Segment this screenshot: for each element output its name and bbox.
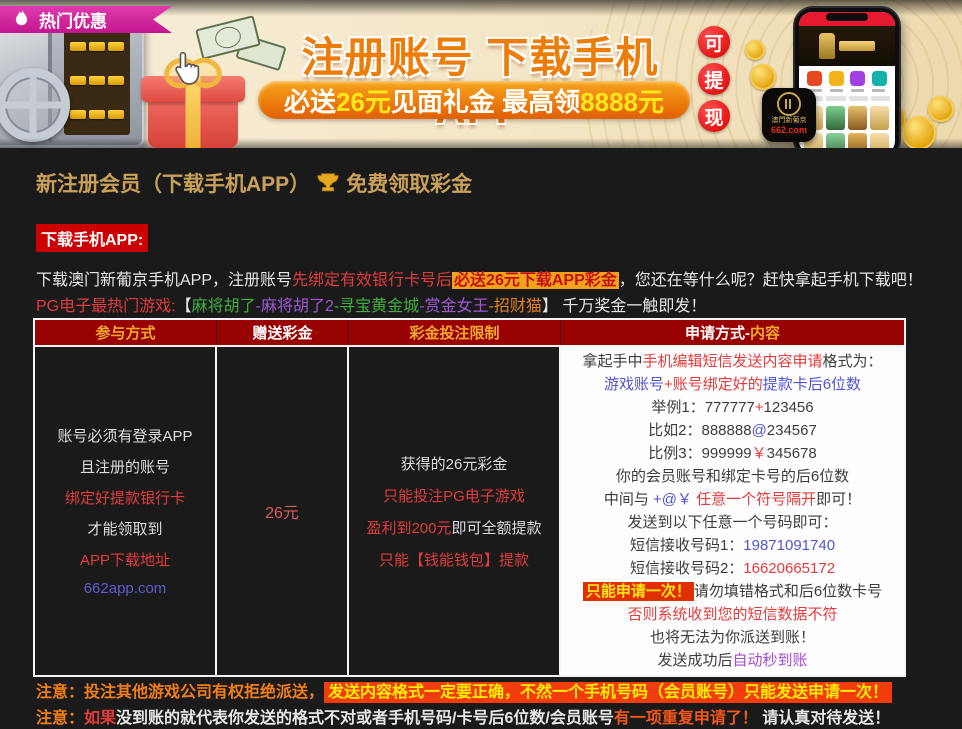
pill-amount: 26元 xyxy=(336,82,391,119)
page-title-part1: 新注册会员（下载手机APP） xyxy=(36,168,310,198)
intro-normal: 下载澳门新葡京手机APP，注册账号 xyxy=(36,272,292,289)
gold-coin xyxy=(745,40,765,60)
app-badge-emblem-icon xyxy=(777,92,801,116)
intro-normal: ，您还在等什么呢？赶快拿起手机下载吧！ xyxy=(619,272,923,289)
header-participation: 参与方式 xyxy=(35,320,217,345)
withdraw-char: 可 xyxy=(698,26,730,58)
ribbon-label: 热门优惠 xyxy=(39,7,107,32)
bracket: 【 xyxy=(176,298,192,315)
gold-coin xyxy=(750,64,776,90)
apply-line: 中间与 +@￥ 任意一个符号隔开即可！ xyxy=(604,488,861,511)
apply-line: 否则系统收到您的短信数据不符 xyxy=(627,603,837,626)
withdraw-char: 提 xyxy=(698,63,730,95)
gold-bars-shelf xyxy=(64,25,130,135)
participation-cell: 账号必须有登录APP 且注册的账号 绑定好提款银行卡 才能领取到 APP下载地址… xyxy=(35,347,217,675)
app-badge-name: 澳門新葡京 xyxy=(772,116,807,125)
app-badge: 澳門新葡京 662.com xyxy=(762,88,816,142)
participation-line: 绑定好提款银行卡 xyxy=(65,487,185,508)
hand-cursor-icon xyxy=(170,50,204,88)
apply-cell: 拿起手中手机编辑短信发送内容申请格式为： 游戏账号+账号绑定好的提款卡后6位数 … xyxy=(561,347,904,675)
intro-highlight: 必送26元下载APP彩金 xyxy=(452,272,619,289)
intro-text: 下载澳门新葡京手机APP，注册账号先绑定有效银行卡号后必送26元下载APP彩金，… xyxy=(36,266,923,290)
apply-line: 短信接收号码2：16620665172 xyxy=(630,557,835,580)
promo-table: 参与方式 赠送彩金 彩金投注限制 申请方式-内容 账号必须有登录APP 且注册的… xyxy=(33,318,906,677)
apply-once-badge: 只能申请一次！ xyxy=(583,582,694,601)
participation-line: 才能领取到 xyxy=(87,518,162,539)
bonus-pill: 必送26元见面礼金 最高领8888元 xyxy=(258,81,690,119)
pill-text: 见面礼金 最高领 xyxy=(391,82,580,119)
gold-coin xyxy=(928,96,954,122)
pill-max-amount: 8888元 xyxy=(580,82,664,119)
note-2: 注意：如果没到账的就代表你发送的格式不对或者手机号码/卡号后6位数/会员账号有一… xyxy=(36,704,890,728)
apply-line: 也将无法为你派送到账！ xyxy=(650,626,815,649)
gold-coin xyxy=(902,116,936,148)
download-app-label: 下载手机APP: xyxy=(36,224,148,252)
bonus-amount: 26元 xyxy=(265,499,299,523)
game-name: 招财猫 xyxy=(494,298,542,315)
withdrawable-badge: 可 提 现 xyxy=(698,26,730,132)
sms-number-2: 16620665172 xyxy=(743,560,835,577)
game-name: 赏金女王 xyxy=(425,298,489,315)
app-badge-domain: 662.com xyxy=(771,125,807,136)
participation-line: 账号必须有登录APP xyxy=(57,425,192,446)
game-name: 麻将胡了2 xyxy=(261,298,334,315)
wager-line: 只能【钱能钱包】提款 xyxy=(379,549,529,570)
apply-line: 你的会员账号和绑定卡号的后6位数 xyxy=(616,465,849,488)
apply-line: 只能申请一次！请勿填错格式和后6位数卡号 xyxy=(583,580,882,603)
games-label: PG电子最热门游戏: xyxy=(36,298,176,315)
page-title: 新注册会员（下载手机APP） 免费领取彩金 xyxy=(36,168,472,198)
note-1: 注意：投注其他游戏公司有权拒绝派送，发送内容格式一定要正确，不然一个手机号码（会… xyxy=(36,678,892,702)
apply-line: 发送到以下任意一个号码即可： xyxy=(627,511,837,534)
participation-line: 且注册的账号 xyxy=(80,456,170,477)
apply-line: 比例3：999999￥345678 xyxy=(648,442,816,465)
note-highlight: 发送内容格式一定要正确，不然一个手机号码（会员账号）只能发送申请一次！ xyxy=(324,682,892,703)
wager-line: 获得的26元彩金 xyxy=(401,453,508,474)
apply-line: 拿起手中手机编辑短信发送内容申请格式为： xyxy=(582,350,882,373)
pill-text: 必送 xyxy=(284,82,336,119)
sms-number-1: 19871091740 xyxy=(743,537,835,554)
header-wager-limit: 彩金投注限制 xyxy=(349,320,561,345)
header-apply-method: 申请方式-内容 xyxy=(561,320,904,345)
wager-line: 只能投注PG电子游戏 xyxy=(383,485,525,506)
apply-line: 短信接收号码1：19871091740 xyxy=(630,534,835,557)
promo-page: 热门优惠 注册账号 下载手机APP 必送26元见面礼金 最高领8888元 可 提… xyxy=(0,0,962,729)
games-line: PG电子最热门游戏:【麻将胡了-麻将胡了2-寻宝黄金城-赏金女王-招财猫】 千万… xyxy=(36,292,706,316)
header-bonus: 赠送彩金 xyxy=(217,320,349,345)
wager-line: 盈利到200元即可全额提款 xyxy=(366,517,541,538)
bracket: 】 xyxy=(542,298,558,315)
apply-line: 比如2：888888@234567 xyxy=(648,419,817,442)
withdraw-char: 现 xyxy=(698,100,730,132)
apply-line: 游戏账号+账号绑定好的提款卡后6位数 xyxy=(604,373,861,396)
note-label: 注意： xyxy=(36,684,84,701)
games-tail: 千万奖金一触即发！ xyxy=(558,298,706,315)
app-download-link[interactable]: 662app.com xyxy=(84,580,167,597)
table-row: 账号必须有登录APP 且注册的账号 绑定好提款银行卡 才能领取到 APP下载地址… xyxy=(35,347,904,675)
bonus-cell: 26元 xyxy=(217,347,349,675)
apply-line: 发送成功后自动秒到账 xyxy=(657,649,807,672)
promo-banner[interactable]: 热门优惠 注册账号 下载手机APP 必送26元见面礼金 最高领8888元 可 提… xyxy=(0,0,962,148)
flame-icon xyxy=(14,10,30,29)
game-name: 寻宝黄金城 xyxy=(339,298,419,315)
trophy-icon xyxy=(317,172,339,194)
page-title-part2: 免费领取彩金 xyxy=(346,168,472,198)
intro-red: 先绑定有效银行卡号后 xyxy=(292,272,452,289)
note-label: 注意： xyxy=(36,710,84,727)
participation-line: APP下载地址 xyxy=(80,549,170,570)
game-name: 麻将胡了 xyxy=(192,298,256,315)
hot-promo-ribbon: 热门优惠 xyxy=(0,6,172,33)
phone-notch xyxy=(826,13,868,21)
table-header-row: 参与方式 赠送彩金 彩金投注限制 申请方式-内容 xyxy=(35,320,904,347)
wager-cell: 获得的26元彩金 只能投注PG电子游戏 盈利到200元即可全额提款 只能【钱能钱… xyxy=(349,347,561,675)
apply-line: 举例1：777777+123456 xyxy=(651,396,813,419)
